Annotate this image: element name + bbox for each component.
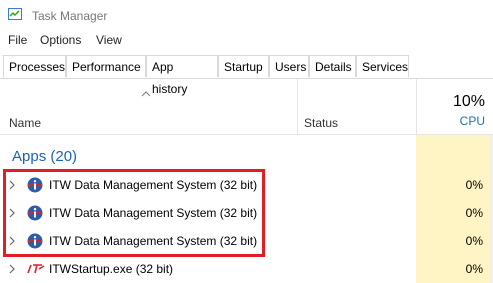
tab-details[interactable]: Details bbox=[309, 55, 356, 77]
title-bar: Task Manager bbox=[0, 0, 493, 30]
column-name[interactable]: Name bbox=[9, 116, 41, 130]
column-divider[interactable] bbox=[297, 79, 298, 134]
column-status[interactable]: Status bbox=[304, 116, 338, 130]
group-header-apps[interactable]: Apps (20) bbox=[0, 135, 493, 171]
menu-view[interactable]: View bbox=[96, 33, 122, 47]
process-cpu: 0% bbox=[465, 262, 483, 276]
task-manager-icon bbox=[8, 8, 22, 20]
highlight-annotation bbox=[3, 169, 265, 257]
window-title: Task Manager bbox=[32, 9, 108, 23]
column-cpu[interactable]: CPU bbox=[460, 114, 485, 128]
chevron-right-icon[interactable] bbox=[9, 264, 15, 274]
menu-bar: File Options View bbox=[0, 33, 493, 51]
tab-processes[interactable]: Processes bbox=[3, 55, 66, 78]
tab-services[interactable]: Services bbox=[356, 55, 409, 77]
tab-performance[interactable]: Performance bbox=[66, 55, 146, 77]
menu-file[interactable]: File bbox=[8, 33, 27, 47]
tab-users[interactable]: Users bbox=[269, 55, 309, 77]
process-row[interactable]: ITWStartup.exe (32 bit) 0% bbox=[0, 255, 493, 283]
tab-startup[interactable]: Startup bbox=[218, 55, 269, 77]
tab-strip: Processes Performance App history Startu… bbox=[0, 55, 493, 96]
itw-logo-icon bbox=[27, 264, 45, 274]
menu-options[interactable]: Options bbox=[40, 33, 81, 47]
cpu-total-percent[interactable]: 10% bbox=[453, 93, 485, 111]
sort-ascending-icon[interactable] bbox=[141, 91, 151, 97]
process-cpu: 0% bbox=[465, 206, 483, 220]
process-name: ITWStartup.exe (32 bit) bbox=[49, 262, 174, 276]
process-cpu: 0% bbox=[465, 234, 483, 248]
column-divider[interactable] bbox=[416, 79, 417, 134]
column-header: Name Status 10% CPU bbox=[0, 79, 493, 135]
process-cpu: 0% bbox=[465, 178, 483, 192]
group-label: Apps (20) bbox=[12, 148, 78, 165]
tab-app-history[interactable]: App history bbox=[146, 55, 218, 96]
